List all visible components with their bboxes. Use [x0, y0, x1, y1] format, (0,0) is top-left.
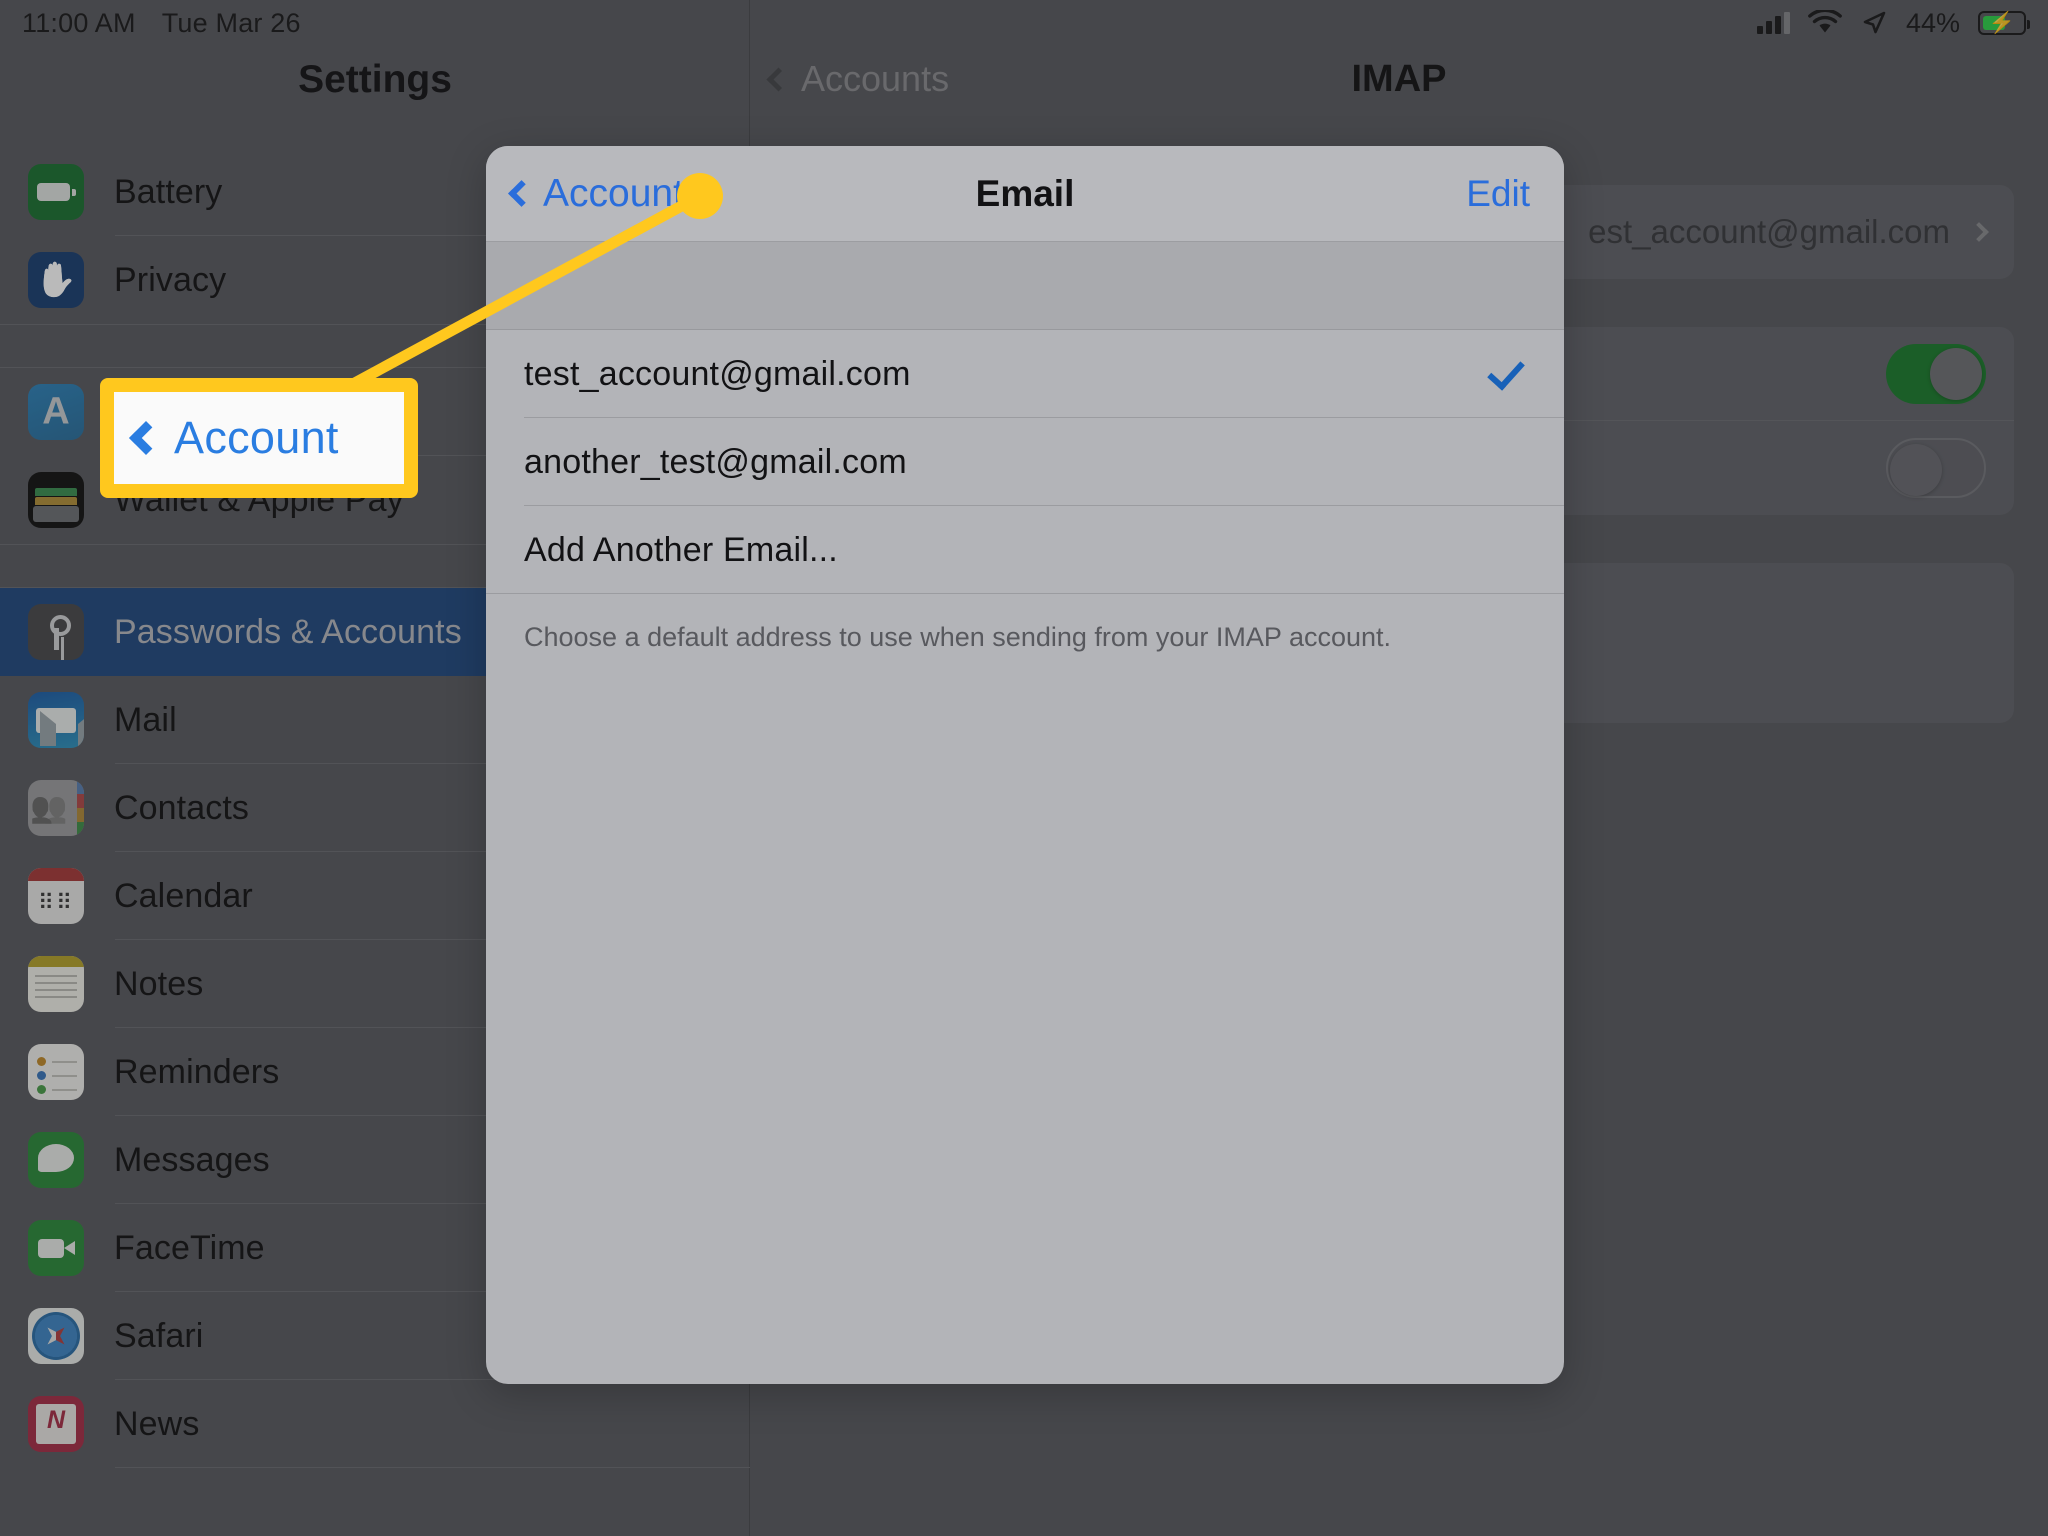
chevron-right-icon [1969, 222, 1989, 242]
status-bar-left: 11:00 AM Tue Mar 26 [0, 8, 301, 39]
mail-icon [28, 692, 84, 748]
date: Tue Mar 26 [161, 7, 301, 38]
detail-nav-bar: Accounts IMAP [750, 58, 2048, 128]
status-bar-right: 44% ⚡ [1756, 7, 2030, 39]
list-item[interactable]: test_account@gmail.com [486, 330, 1564, 418]
add-another-email-label: Add Another Email... [524, 530, 838, 569]
email-list: test_account@gmail.com another_test@gmai… [486, 330, 1564, 594]
modal-nav-bar: Account Email Edit [486, 146, 1564, 242]
notes-icon [28, 956, 84, 1012]
callout-label: Account [174, 412, 339, 463]
modal-title: Email [975, 172, 1075, 214]
page-title: Settings [298, 58, 452, 101]
clock: 11:00 AM [22, 7, 136, 38]
sidebar-item-label: FaceTime [114, 1228, 265, 1267]
divider [115, 1467, 750, 1468]
email-popover-modal: Account Email Edit test_account@gmail.co… [486, 146, 1564, 1384]
privacy-hand-icon [28, 252, 84, 308]
detail-title: IMAP [1351, 58, 1447, 100]
location-arrow-icon [1863, 11, 1886, 34]
facetime-icon [28, 1220, 84, 1276]
reminders-icon [28, 1044, 84, 1100]
modal-top-spacer [486, 242, 1564, 330]
divider [486, 593, 1564, 594]
battery-charging-icon: ⚡ [1978, 11, 2030, 35]
battery-percent: 44% [1905, 7, 1960, 38]
chevron-left-icon [129, 421, 163, 455]
sidebar-item-label: Notes [114, 964, 204, 1003]
sidebar-item-label: Passwords & Accounts [114, 612, 462, 651]
sidebar-item-label: Safari [114, 1316, 204, 1355]
contacts-icon [28, 780, 84, 836]
notes-toggle[interactable] [1886, 438, 1986, 498]
sidebar-item-label: News [114, 1404, 200, 1443]
sidebar-item-label: Contacts [114, 788, 249, 827]
email-value: est_account@gmail.com [1588, 213, 1950, 250]
app-store-icon [28, 384, 84, 440]
sidebar-item-label: Battery [114, 172, 223, 211]
sidebar-item-news[interactable]: News [0, 1380, 750, 1468]
cellular-signal-icon [1756, 12, 1790, 34]
toggle-knob [1930, 348, 1982, 400]
sidebar-item-label: Mail [114, 700, 177, 739]
battery-icon [28, 164, 84, 220]
list-item[interactable]: another_test@gmail.com [486, 418, 1564, 506]
edit-button[interactable]: Edit [1466, 173, 1530, 215]
sidebar-item-label: Privacy [114, 260, 227, 299]
toggle-knob [1890, 444, 1942, 496]
sidebar-item-label: Reminders [114, 1052, 280, 1091]
email-label: test_account@gmail.com [524, 354, 911, 393]
status-bar: 11:00 AM Tue Mar 26 44% ⚡ [0, 0, 2048, 46]
news-icon [28, 1396, 84, 1452]
safari-icon [28, 1308, 84, 1364]
wallet-icon [28, 472, 84, 528]
account-button-callout: Account [100, 378, 418, 498]
key-icon [28, 604, 84, 660]
email-label: another_test@gmail.com [524, 442, 907, 481]
messages-icon [28, 1132, 84, 1188]
sidebar-item-label: Calendar [114, 876, 253, 915]
list-item[interactable]: Add Another Email... [486, 506, 1564, 594]
wifi-icon [1808, 10, 1842, 33]
modal-footer-text: Choose a default address to use when sen… [524, 622, 1392, 652]
ipad-settings-screen: Settings Battery Privacy Wallet [0, 0, 2048, 1536]
checkmark-icon [1487, 351, 1525, 391]
sidebar-item-label: Messages [114, 1140, 270, 1179]
calendar-icon [28, 868, 84, 924]
mail-toggle[interactable] [1886, 344, 1986, 404]
